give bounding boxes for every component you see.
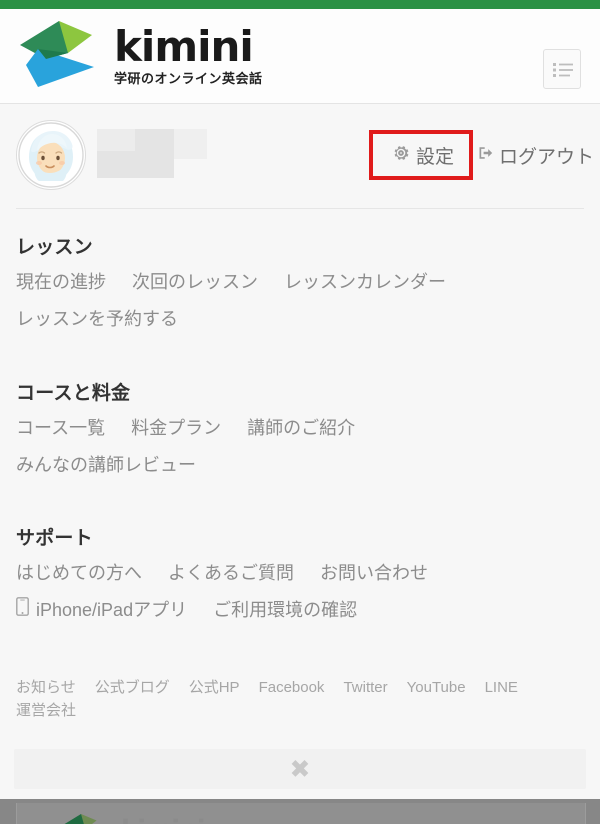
nav-link-system-requirements[interactable]: ご利用環境の確認: [213, 597, 357, 623]
footer-row-primary: お知らせ 公式ブログ 公式HP Facebook Twitter YouTube…: [16, 676, 586, 699]
nav-link-progress[interactable]: 現在の進捗: [16, 269, 106, 295]
gear-icon: [392, 144, 410, 168]
footer-link-news[interactable]: お知らせ: [16, 676, 76, 699]
menu-toggle-button[interactable]: [543, 49, 581, 89]
sign-out-icon: [477, 144, 496, 168]
footer-link-company[interactable]: 運営会社: [16, 699, 76, 722]
dimmed-background-page: kimini: [0, 799, 600, 824]
nav-link-book-lesson[interactable]: レッスンを予約する: [16, 306, 178, 332]
close-menu-bar[interactable]: ✖: [14, 749, 586, 789]
section-links: 現在の進捗 次回のレッスン レッスンカレンダー: [16, 269, 586, 295]
nav-link-ios-app[interactable]: iPhone/iPadアプリ: [16, 597, 187, 623]
nav-link-pricing-plan[interactable]: 料金プラン: [131, 415, 221, 441]
site-header: kimini 学研のオンライン英会話: [0, 9, 600, 104]
section-links: はじめての方へ よくあるご質問 お問い合わせ: [16, 560, 586, 586]
app-screen: kimini 学研のオンライン英会話 設定 ログアウト レッスン 現在の進捗 次…: [0, 0, 600, 824]
mobile-device-icon: [16, 597, 29, 623]
footer-link-facebook[interactable]: Facebook: [259, 676, 325, 699]
close-x-icon[interactable]: ✖: [290, 757, 311, 782]
avatar[interactable]: [16, 120, 86, 190]
nav-link-lesson-calendar[interactable]: レッスンカレンダー: [284, 269, 446, 295]
footer-link-official-blog[interactable]: 公式ブログ: [95, 676, 170, 699]
section-links-second: iPhone/iPadアプリ ご利用環境の確認: [16, 597, 586, 623]
nav-link-ios-app-label: iPhone/iPadアプリ: [36, 600, 188, 620]
settings-link[interactable]: 設定: [392, 142, 454, 169]
footer-links: お知らせ 公式ブログ 公式HP Facebook Twitter YouTube…: [16, 676, 586, 722]
userbar-divider: [16, 208, 584, 209]
footer-link-line[interactable]: LINE: [485, 676, 518, 699]
nav-link-course-list[interactable]: コース一覧: [16, 415, 105, 441]
section-links-second: レッスンを予約する: [16, 306, 586, 332]
section-links: コース一覧 料金プラン 講師のご紹介: [16, 415, 586, 441]
footer-row-secondary: 運営会社: [16, 699, 586, 722]
kimini-logo-mark: [16, 19, 102, 91]
nav-link-getting-started[interactable]: はじめての方へ: [16, 560, 142, 586]
dimmed-page-card: kimini: [16, 803, 586, 824]
section-title: サポート: [16, 528, 93, 549]
brand-tagline: 学研のオンライン英会話: [114, 71, 263, 86]
section-courses-pricing: コースと料金 コース一覧 料金プラン 講師のご紹介 みんなの講師レビュー: [16, 383, 586, 478]
top-accent-bar: [0, 0, 600, 9]
dimmed-brand-name: kimini: [121, 815, 206, 824]
settings-label: 設定: [416, 147, 455, 168]
footer-link-twitter[interactable]: Twitter: [343, 676, 387, 699]
logout-label: ログアウト: [499, 147, 595, 168]
username-redacted: [97, 129, 207, 178]
nav-link-teacher-reviews[interactable]: みんなの講師レビュー: [16, 452, 196, 478]
nav-link-contact[interactable]: お問い合わせ: [320, 560, 428, 586]
nav-link-teacher-intro[interactable]: 講師のご紹介: [247, 415, 355, 441]
footer-link-official-hp[interactable]: 公式HP: [189, 676, 240, 699]
logout-link[interactable]: ログアウト: [477, 142, 594, 169]
section-lesson: レッスン 現在の進捗 次回のレッスン レッスンカレンダー レッスンを予約する: [16, 237, 586, 332]
brand-name: kimini: [114, 22, 254, 71]
username-mask-block-b: [174, 129, 207, 159]
section-title: コースと料金: [16, 383, 131, 404]
nav-link-faq[interactable]: よくあるご質問: [168, 560, 294, 586]
footer-link-youtube[interactable]: YouTube: [407, 676, 466, 699]
section-links-second: みんなの講師レビュー: [16, 452, 586, 478]
user-avatar-illustration: [18, 122, 84, 188]
dimmed-logo-mark: [51, 813, 111, 824]
username-mask-block-a: [97, 129, 135, 151]
brand-logo[interactable]: kimini 学研のオンライン英会話: [16, 19, 263, 91]
brand-text: kimini 学研のオンライン英会話: [114, 26, 263, 86]
section-support: サポート はじめての方へ よくあるご質問 お問い合わせ iPhone/iPadア…: [16, 528, 586, 623]
section-title: レッスン: [16, 237, 93, 258]
nav-link-next-lesson[interactable]: 次回のレッスン: [132, 269, 258, 295]
